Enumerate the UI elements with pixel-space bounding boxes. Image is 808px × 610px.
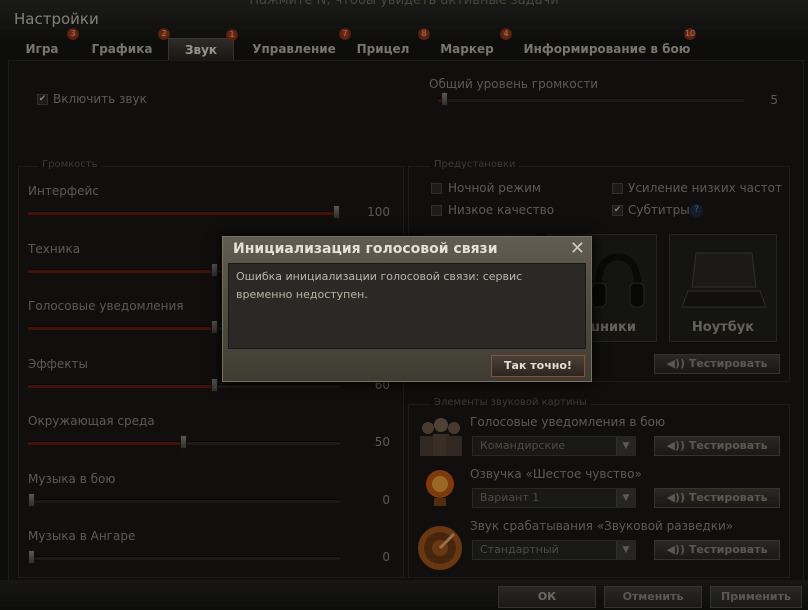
error-dialog: Инициализация голосовой связи ✕ Ошибка и…	[222, 236, 592, 382]
dialog-message: Ошибка инициализации голосовой связи: се…	[228, 263, 586, 349]
close-icon[interactable]: ✕	[570, 238, 585, 259]
dialog-title: Инициализация голосовой связи	[233, 241, 498, 257]
confirm-button[interactable]: Так точно!	[491, 355, 585, 377]
